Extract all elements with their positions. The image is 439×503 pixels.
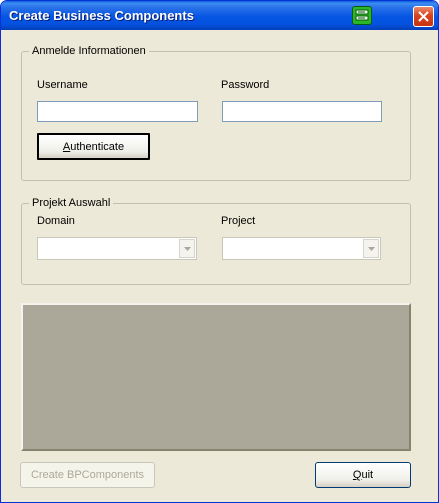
title-bar[interactable]: Create Business Components (1, 1, 438, 30)
username-label: Username (37, 79, 88, 91)
username-input[interactable] (37, 101, 198, 122)
authenticate-label: uthenticate (70, 140, 125, 153)
quit-button[interactable]: Quit (315, 462, 411, 488)
password-label: Password (221, 79, 270, 91)
domain-label: Domain (37, 215, 75, 227)
project-group-legend: Projekt Auswahl (32, 197, 111, 209)
window-title: Create Business Components (9, 8, 194, 23)
authenticate-button[interactable]: Authenticate (37, 133, 150, 160)
client-area: Anmelde Informationen Username Password … (1, 30, 438, 502)
project-dropdown-button[interactable] (363, 239, 379, 258)
create-bpcomponents-button[interactable]: Create BPComponents (20, 462, 155, 488)
close-icon (418, 11, 429, 22)
main-window: Create Business Components Anmelde Infor… (0, 0, 439, 503)
domain-dropdown-button[interactable] (179, 239, 195, 258)
project-label: Project (221, 215, 256, 227)
quit-label: uit (361, 469, 374, 481)
login-group-legend: Anmelde Informationen (32, 45, 146, 57)
chevron-down-icon (184, 247, 191, 251)
password-input[interactable] (222, 101, 382, 122)
output-panel (21, 303, 411, 451)
app-icon[interactable] (352, 6, 372, 25)
close-button[interactable] (413, 6, 434, 27)
project-combo[interactable] (222, 237, 381, 260)
domain-combo[interactable] (37, 237, 197, 260)
chevron-down-icon (368, 247, 375, 251)
